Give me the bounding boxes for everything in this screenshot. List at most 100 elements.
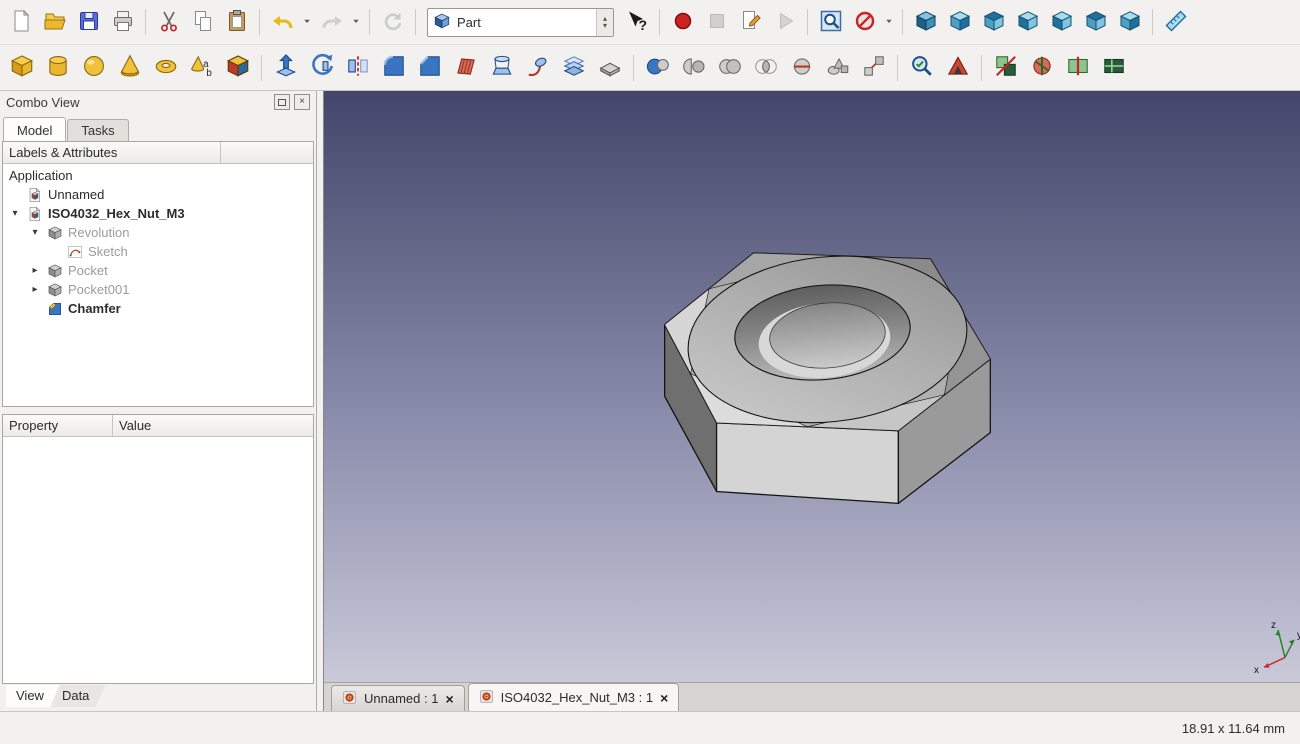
part-loft-button[interactable] bbox=[484, 50, 519, 86]
tab-close-icon[interactable]: × bbox=[445, 692, 453, 706]
undo-menu-button[interactable] bbox=[300, 6, 314, 38]
p-offset-icon bbox=[561, 53, 587, 82]
paste-button[interactable] bbox=[220, 6, 253, 38]
document-tab-iso4032-hex-nut-m3-1[interactable]: ISO4032_Hex_Nut_M3 : 1 × bbox=[467, 683, 680, 711]
tree-item-application[interactable]: Application bbox=[3, 166, 313, 185]
view-front-button[interactable] bbox=[943, 6, 976, 38]
tree-header-label[interactable]: Labels & Attributes bbox=[3, 142, 221, 163]
part-chamfer-button[interactable] bbox=[412, 50, 447, 86]
3d-scene[interactable]: z y x bbox=[324, 91, 1300, 682]
save-button[interactable] bbox=[72, 6, 105, 38]
tab-model[interactable]: Model bbox=[3, 117, 67, 142]
part-box-button[interactable] bbox=[4, 50, 39, 86]
part-slice-button[interactable] bbox=[1060, 50, 1095, 86]
hex-nut-model[interactable] bbox=[664, 243, 991, 504]
print-button[interactable] bbox=[106, 6, 139, 38]
part-compound-button[interactable] bbox=[820, 50, 855, 86]
part-cut-button[interactable] bbox=[676, 50, 711, 86]
cube-left-icon bbox=[1118, 9, 1142, 36]
tree-item-revolution[interactable]: ▾ Revolution bbox=[3, 223, 313, 242]
combo-view-panel: Combo View × Model Tasks Labels & Attrib… bbox=[0, 91, 317, 711]
part-defeaturing-button[interactable] bbox=[940, 50, 975, 86]
p-chamfer-icon bbox=[417, 53, 443, 82]
tree-item-pocket[interactable]: ▸ Pocket bbox=[3, 261, 313, 280]
part-boolean-xor-button[interactable] bbox=[988, 50, 1023, 86]
part-cylinder-button[interactable] bbox=[40, 50, 75, 86]
close-icon: × bbox=[299, 96, 305, 107]
macro-play-button[interactable] bbox=[768, 6, 801, 38]
tab-data[interactable]: Data bbox=[52, 685, 105, 707]
tab-tasks[interactable]: Tasks bbox=[67, 119, 129, 142]
svg-text:?: ? bbox=[638, 17, 647, 33]
part-section-button[interactable] bbox=[784, 50, 819, 86]
horizontal-splitter[interactable] bbox=[0, 407, 316, 414]
redo-button[interactable] bbox=[315, 6, 348, 38]
part-sweep-button[interactable] bbox=[520, 50, 555, 86]
part-thickness-button[interactable] bbox=[592, 50, 627, 86]
part-mirror-button[interactable] bbox=[340, 50, 375, 86]
part-cone-button[interactable] bbox=[112, 50, 147, 86]
new-file-button[interactable] bbox=[4, 6, 37, 38]
property-column-header[interactable]: Property bbox=[3, 415, 113, 436]
tab-close-icon[interactable]: × bbox=[660, 691, 668, 705]
tree-expander-icon[interactable]: ▸ bbox=[27, 284, 43, 295]
part-primitives-button[interactable]: ab bbox=[184, 50, 219, 86]
workbench-selector[interactable]: Part ▴ ▾ bbox=[427, 7, 614, 37]
part-boolean-fragments-button[interactable] bbox=[1096, 50, 1131, 86]
part-check-geometry-button[interactable] bbox=[904, 50, 939, 86]
measure-button[interactable] bbox=[1159, 6, 1192, 38]
part-extrude-button[interactable] bbox=[268, 50, 303, 86]
tree-item-iso4032-hex-nut-m3[interactable]: ▾ ISO4032_Hex_Nut_M3 bbox=[3, 204, 313, 223]
copy-button[interactable] bbox=[186, 6, 219, 38]
view-bottom-button[interactable] bbox=[1079, 6, 1112, 38]
part-shapebuilder-button[interactable] bbox=[220, 50, 255, 86]
tree-item-label: Unnamed bbox=[48, 187, 105, 202]
tab-view[interactable]: View bbox=[6, 685, 60, 707]
part-explode-compound-button[interactable] bbox=[856, 50, 891, 86]
fit-all-button[interactable] bbox=[814, 6, 847, 38]
3d-viewport[interactable]: z y x bbox=[323, 91, 1300, 682]
view-rear-button[interactable] bbox=[1045, 6, 1078, 38]
tree-expander-icon[interactable]: ▸ bbox=[27, 265, 43, 276]
tree-expander-icon[interactable]: ▾ bbox=[27, 227, 43, 238]
document-tab-unnamed-1[interactable]: Unnamed : 1 × bbox=[331, 685, 465, 711]
close-panel-button[interactable]: × bbox=[294, 94, 310, 110]
part-sphere-button[interactable] bbox=[76, 50, 111, 86]
value-column-header[interactable]: Value bbox=[113, 415, 313, 436]
refresh-button[interactable] bbox=[376, 6, 409, 38]
open-button[interactable] bbox=[38, 6, 71, 38]
whats-this-button[interactable]: ? bbox=[620, 6, 653, 38]
cut-button[interactable] bbox=[152, 6, 185, 38]
cube-top-icon bbox=[982, 9, 1006, 36]
part-offset-button[interactable] bbox=[556, 50, 591, 86]
p-cylinder-icon bbox=[45, 53, 71, 82]
part-boolean-button[interactable] bbox=[640, 50, 675, 86]
part-slice-apart-button[interactable] bbox=[1024, 50, 1059, 86]
tree-expander-icon[interactable]: ▾ bbox=[7, 208, 23, 219]
redo-menu-button[interactable] bbox=[349, 6, 363, 38]
float-panel-button[interactable] bbox=[274, 94, 290, 110]
workbench-spinner[interactable]: ▴ ▾ bbox=[596, 8, 613, 36]
tree-item-unnamed[interactable]: Unnamed bbox=[3, 185, 313, 204]
undo-button[interactable] bbox=[266, 6, 299, 38]
part-torus-button[interactable] bbox=[148, 50, 183, 86]
view-left-button[interactable] bbox=[1113, 6, 1146, 38]
part-intersection-button[interactable] bbox=[748, 50, 783, 86]
tree-item-label: ISO4032_Hex_Nut_M3 bbox=[48, 206, 185, 221]
draw-style-menu-button[interactable] bbox=[882, 6, 896, 38]
part-union-button[interactable] bbox=[712, 50, 747, 86]
tree-item-sketch[interactable]: Sketch bbox=[3, 242, 313, 261]
macro-stop-button[interactable] bbox=[700, 6, 733, 38]
view-isometric-button[interactable] bbox=[909, 6, 942, 38]
tree-item-pocket001[interactable]: ▸ Pocket001 bbox=[3, 280, 313, 299]
view-right-button[interactable] bbox=[1011, 6, 1044, 38]
macro-edit-button[interactable] bbox=[734, 6, 767, 38]
tree-item-chamfer[interactable]: Chamfer bbox=[3, 299, 313, 318]
draw-style-button[interactable] bbox=[848, 6, 881, 38]
part-ruled-surface-button[interactable] bbox=[448, 50, 483, 86]
macro-record-button[interactable] bbox=[666, 6, 699, 38]
view-top-button[interactable] bbox=[977, 6, 1010, 38]
part-fillet-button[interactable] bbox=[376, 50, 411, 86]
part-revolve-button[interactable] bbox=[304, 50, 339, 86]
t-solid-icon bbox=[46, 262, 63, 279]
